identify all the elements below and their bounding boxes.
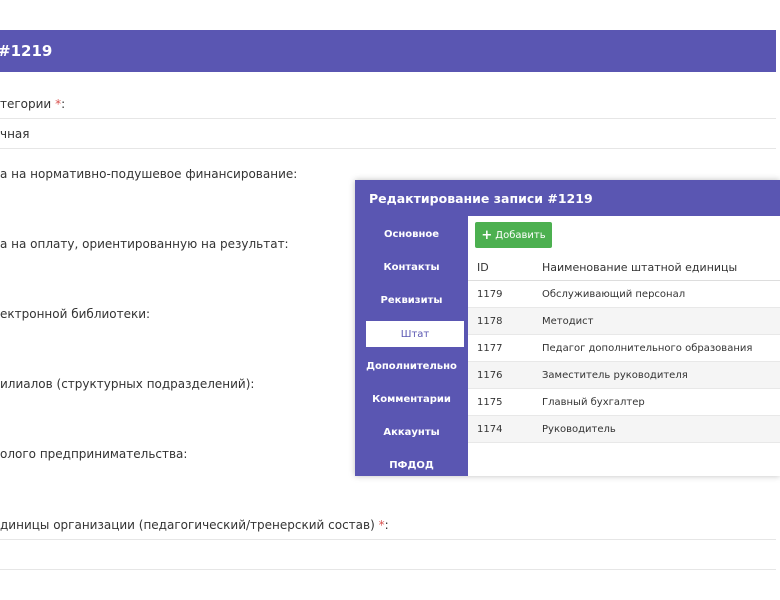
sidebar-item-contacts[interactable]: Контакты	[355, 254, 468, 282]
cell-name: Заместитель руководителя	[542, 370, 688, 381]
edit-record-modal: Редактирование записи #1219 Основное Кон…	[355, 180, 780, 476]
table-row[interactable]: 1177 Педагог дополнительного образования	[468, 335, 780, 362]
table-row[interactable]: 1176 Заместитель руководителя	[468, 362, 780, 389]
table-row[interactable]: 1178 Методист	[468, 308, 780, 335]
cell-name: Педагог дополнительного образования	[542, 343, 753, 354]
sidebar-item-main[interactable]: Основное	[355, 221, 468, 249]
cell-name: Методист	[542, 316, 594, 327]
table-row[interactable]: 1179 Обслуживающий персонал	[468, 281, 780, 308]
add-button[interactable]: + Добавить	[475, 222, 552, 248]
field-divider	[0, 118, 776, 119]
modal-header: Редактирование записи #1219	[355, 180, 780, 216]
cell-name: Обслуживающий персонал	[542, 289, 686, 300]
field-label-electronic-library: ектронной библиотеки:	[0, 307, 151, 321]
modal-content: + Добавить ID Наименование штатной едини…	[468, 216, 780, 476]
field-label-result-payment: а на оплату, ориентированную на результа…	[0, 237, 289, 251]
modal-sidebar: Основное Контакты Реквизиты Штат Дополни…	[355, 216, 468, 476]
sidebar-item-comments[interactable]: Комментарии	[355, 386, 468, 414]
field-label-normative-financing: а на нормативно-подушевое финансирование…	[0, 167, 298, 181]
cell-name: Главный бухгалтер	[542, 397, 645, 408]
field-divider	[0, 148, 776, 149]
sidebar-item-pfdod[interactable]: ПФДОД	[355, 452, 468, 480]
field-label-entrepreneurship: олого предпринимательства:	[0, 447, 188, 461]
field-label-branches: илиалов (структурных подразделений):	[0, 377, 255, 391]
column-header-name[interactable]: Наименование штатной единицы	[542, 261, 737, 274]
field-value-category[interactable]: чная	[0, 127, 30, 141]
field-divider	[0, 569, 776, 570]
plus-icon: +	[481, 227, 493, 243]
cell-name: Руководитель	[542, 424, 616, 435]
background-page-header: #1219	[0, 30, 776, 72]
sidebar-item-additional[interactable]: Дополнительно	[355, 353, 468, 381]
sidebar-item-accounts[interactable]: Аккаунты	[355, 419, 468, 447]
cell-id: 1177	[477, 343, 503, 354]
sidebar-item-requisites[interactable]: Реквизиты	[355, 287, 468, 315]
field-label-category: тегории *:	[0, 97, 66, 111]
add-button-label: Добавить	[495, 229, 546, 241]
field-divider	[0, 539, 776, 540]
field-label-staff-units: диницы организации (педагогический/трене…	[0, 518, 389, 532]
cell-id: 1175	[477, 397, 503, 408]
cell-id: 1179	[477, 289, 503, 300]
table-row[interactable]: 1175 Главный бухгалтер	[468, 389, 780, 416]
modal-title: Редактирование записи #1219	[369, 190, 593, 206]
table-header: ID Наименование штатной единицы	[468, 254, 780, 281]
sidebar-item-staff[interactable]: Штат	[365, 320, 465, 348]
column-header-id[interactable]: ID	[477, 261, 489, 274]
cell-id: 1178	[477, 316, 503, 327]
cell-id: 1174	[477, 424, 503, 435]
table-row[interactable]: 1174 Руководитель	[468, 416, 780, 443]
cell-id: 1176	[477, 370, 503, 381]
background-page-title: #1219	[0, 42, 53, 60]
